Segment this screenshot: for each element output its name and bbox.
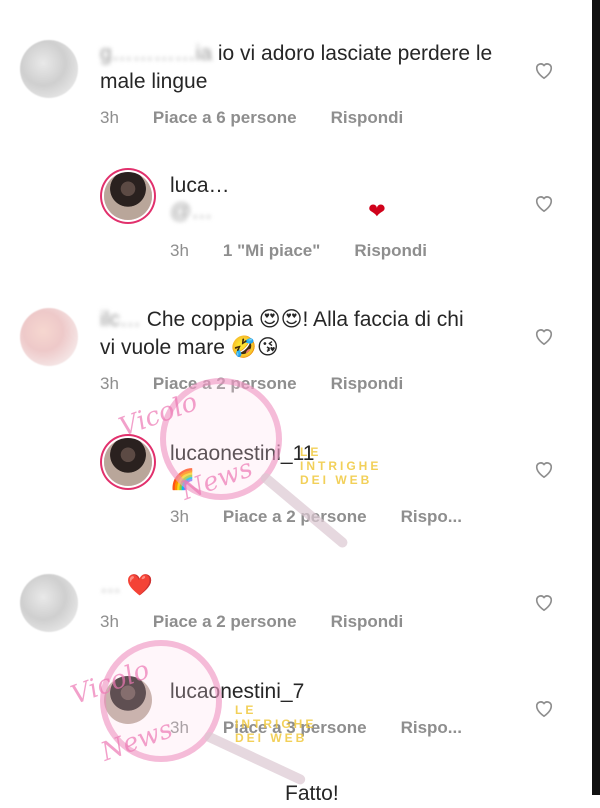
comment-username[interactable]: g…………ia — [100, 42, 212, 65]
avatar[interactable] — [20, 308, 78, 366]
comment-body: lucaonestini_11 — [170, 440, 510, 468]
likes-count[interactable]: Piace a 2 persone — [153, 612, 297, 632]
likes-count[interactable]: Piace a 3 persone — [223, 718, 367, 738]
heart-icon[interactable] — [533, 326, 555, 346]
heart-icon[interactable] — [533, 193, 555, 213]
comment-username[interactable]: lucaonestini_11 — [170, 442, 314, 465]
reply-button[interactable]: Rispo... — [401, 507, 462, 527]
comment-meta: 3h Piace a 2 persone Rispo... — [170, 507, 462, 527]
heart-icon[interactable] — [533, 698, 555, 718]
comment-time: 3h — [170, 718, 189, 737]
comment-time: 3h — [170, 241, 189, 260]
likes-count[interactable]: Piace a 2 persone — [223, 507, 367, 527]
avatar[interactable] — [104, 438, 152, 486]
avatar[interactable] — [20, 574, 78, 632]
comment-username[interactable]: … — [100, 574, 121, 597]
heart-icon[interactable] — [533, 592, 555, 612]
comment-body: lucaonestini_7 — [170, 678, 510, 706]
comment-time: 3h — [100, 374, 119, 393]
comment-text: Che coppia 😍😍! Alla faccia di chi vi vuo… — [100, 308, 464, 359]
comment-text: 🌈 — [170, 469, 195, 491]
reply-button[interactable]: Rispondi — [354, 241, 427, 261]
comment-username[interactable]: lucaonestini_7 — [170, 680, 304, 703]
likes-count[interactable]: 1 "Mi piace" — [223, 241, 320, 261]
screen-edge — [592, 0, 600, 795]
comment-text: ❤️ — [126, 574, 153, 597]
heart-icon[interactable] — [533, 459, 555, 479]
comment-meta: 3h Piace a 3 persone Rispo... — [170, 718, 462, 738]
comment-text: @… — [170, 200, 213, 223]
comment-meta: 3h Piace a 2 persone Rispondi — [100, 612, 403, 632]
likes-count[interactable]: Piace a 6 persone — [153, 108, 297, 128]
comment-meta: 3h 1 "Mi piace" Rispondi — [170, 241, 427, 261]
comment-body: … ❤️ — [100, 572, 480, 600]
reply-button[interactable]: Rispondi — [331, 108, 404, 128]
comment-username[interactable]: ilc… — [100, 308, 141, 331]
avatar[interactable] — [104, 172, 152, 220]
comment-time: 3h — [170, 507, 189, 526]
likes-count[interactable]: Piace a 2 persone — [153, 374, 297, 394]
avatar[interactable] — [104, 676, 152, 724]
reply-button[interactable]: Rispondi — [331, 374, 404, 394]
comment-text: Fatto! — [285, 782, 339, 805]
comment-time: 3h — [100, 612, 119, 631]
heart-icon[interactable] — [533, 60, 555, 80]
watermark-handle — [202, 730, 307, 787]
comment-meta: 3h Piace a 2 persone Rispondi — [100, 374, 403, 394]
comment-body: luca… — [170, 172, 510, 200]
comment-text-row: @… ❤ — [170, 198, 510, 226]
comment-body: Fatto! — [285, 780, 339, 808]
comment-body: ilc… Che coppia 😍😍! Alla faccia di chi v… — [100, 306, 480, 362]
reply-button[interactable]: Rispondi — [331, 612, 404, 632]
watermark-text: Vicolo — [115, 387, 202, 443]
comment-time: 3h — [100, 108, 119, 127]
comment-username[interactable]: luca… — [170, 174, 230, 197]
comment-text-row: 🌈 — [170, 466, 195, 494]
heart-emoji: ❤ — [368, 200, 386, 223]
comment-body: g…………ia io vi adoro lasciate perdere le … — [100, 40, 520, 96]
avatar[interactable] — [20, 40, 78, 98]
reply-button[interactable]: Rispo... — [401, 718, 462, 738]
comment-meta: 3h Piace a 6 persone Rispondi — [100, 108, 403, 128]
